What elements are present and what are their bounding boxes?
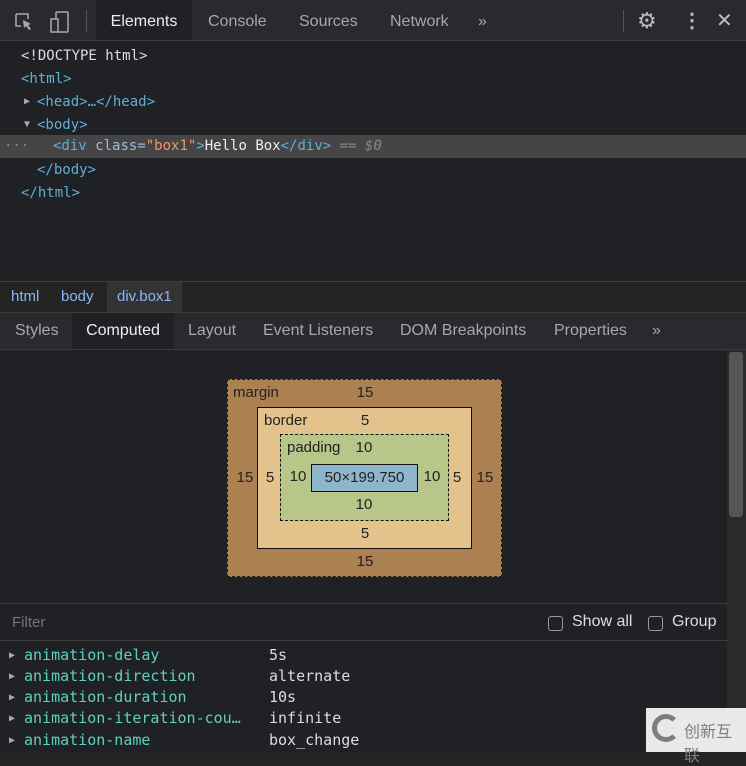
- watermark-text: 创新互联: [684, 724, 733, 765]
- dom-head[interactable]: <head>…</head>: [37, 91, 155, 113]
- tab-computed[interactable]: Computed: [72, 313, 174, 349]
- more-tabs-button[interactable]: »: [478, 0, 487, 40]
- div-attr-value: "box1": [145, 138, 197, 154]
- tab-event-listeners[interactable]: Event Listeners: [263, 313, 373, 349]
- tab-console[interactable]: Console: [208, 0, 267, 40]
- div-tag: <div: [53, 138, 96, 154]
- div-close: </div>: [280, 138, 332, 154]
- group-checkbox[interactable]: [648, 616, 663, 631]
- padding-right[interactable]: 10: [417, 468, 447, 485]
- dom-html-close[interactable]: </html>: [21, 182, 80, 204]
- tab-sources[interactable]: Sources: [299, 0, 358, 40]
- scrollbar[interactable]: [727, 350, 746, 752]
- expand-arrow-icon[interactable]: ▶: [9, 708, 15, 729]
- collapse-arrow-icon[interactable]: ▼: [24, 114, 30, 136]
- close-icon[interactable]: ✕: [716, 8, 733, 33]
- box-model-border[interactable]: border 5 5 5 5 padding 10 10 10 10 50×19…: [257, 407, 472, 549]
- expand-arrow-icon[interactable]: ▶: [9, 645, 15, 666]
- box-model-margin[interactable]: margin 15 15 15 15 border 5 5 5 5 paddin…: [227, 379, 502, 577]
- tab-styles[interactable]: Styles: [15, 313, 59, 349]
- breadcrumb-html[interactable]: html: [11, 282, 39, 312]
- dom-tree: <!DOCTYPE html> <html> ▶ <head>…</head> …: [0, 41, 746, 281]
- margin-bottom[interactable]: 15: [350, 553, 380, 570]
- padding-label: padding: [287, 439, 341, 456]
- more-panel-tabs-button[interactable]: »: [652, 313, 661, 349]
- filter-bar: Show all Group: [0, 603, 727, 641]
- expand-arrow-icon[interactable]: ▶: [9, 687, 15, 708]
- divider: [86, 10, 87, 32]
- padding-top[interactable]: 10: [349, 439, 379, 456]
- expand-arrow-icon[interactable]: ▶: [9, 730, 15, 751]
- property-name: animation-iteration-cou…: [24, 709, 241, 727]
- property-name: animation-delay: [24, 646, 160, 664]
- computed-properties-list: ▶ animation-delay 5s ▶ animation-direction a…: [0, 641, 727, 752]
- padding-bottom[interactable]: 10: [349, 496, 379, 513]
- ellipsis-icon[interactable]: ···: [4, 135, 29, 157]
- tab-properties[interactable]: Properties: [554, 313, 627, 349]
- breadcrumb: html body div.box1: [0, 281, 746, 313]
- tab-layout[interactable]: Layout: [188, 313, 236, 349]
- divider: [623, 10, 624, 32]
- border-label: border: [264, 412, 308, 429]
- padding-left[interactable]: 10: [283, 468, 313, 485]
- devtools-toolbar: Elements Console Sources Network » ⚙ ⋮ ✕: [0, 0, 746, 41]
- margin-label: margin: [233, 384, 279, 401]
- property-value: 10s: [269, 688, 297, 706]
- show-all-checkbox[interactable]: [548, 616, 563, 631]
- property-name: animation-direction: [24, 667, 196, 685]
- div-bracket: >: [196, 138, 205, 154]
- property-value: alternate: [269, 667, 351, 685]
- watermark-logo: 创新互联: [646, 708, 746, 765]
- div-attr: class=: [95, 138, 146, 154]
- margin-top[interactable]: 15: [350, 384, 380, 401]
- selected-marker: == $0: [339, 138, 382, 154]
- tab-elements[interactable]: Elements: [96, 0, 192, 40]
- expand-arrow-icon[interactable]: ▶: [24, 91, 30, 113]
- panel-tabs: Styles Computed Layout Event Listeners D…: [0, 313, 746, 350]
- expand-arrow-icon[interactable]: ▶: [9, 666, 15, 687]
- watermark-x-icon: [652, 714, 680, 742]
- dom-doctype[interactable]: <!DOCTYPE html>: [21, 45, 147, 67]
- breadcrumb-body[interactable]: body: [61, 282, 94, 312]
- margin-right[interactable]: 15: [470, 469, 500, 486]
- show-all-label[interactable]: Show all: [572, 613, 632, 631]
- box-model-content[interactable]: 50×199.750: [311, 464, 418, 492]
- property-value: infinite: [269, 709, 342, 727]
- scrollbar-thumb[interactable]: [729, 352, 743, 517]
- property-name: animation-name: [24, 731, 151, 749]
- property-value: box_change: [269, 731, 360, 749]
- device-toolbar-icon[interactable]: [50, 11, 70, 33]
- dom-body[interactable]: <body>: [37, 114, 88, 136]
- settings-gear-icon[interactable]: ⚙: [637, 8, 657, 34]
- tab-dom-breakpoints[interactable]: DOM Breakpoints: [400, 313, 526, 349]
- property-value: 5s: [269, 646, 288, 664]
- border-bottom[interactable]: 5: [350, 525, 380, 542]
- more-options-icon[interactable]: ⋮: [682, 8, 702, 33]
- div-text: Hello Box: [204, 138, 281, 154]
- property-name: animation-duration: [24, 688, 187, 706]
- group-label[interactable]: Group: [672, 613, 716, 631]
- breadcrumb-div-box1[interactable]: div.box1: [107, 282, 182, 312]
- dom-div-selected[interactable]: ··· <div class="box1">Hello Box</div> ==…: [0, 135, 746, 158]
- inspect-element-icon[interactable]: [14, 12, 34, 32]
- dom-body-close[interactable]: </body>: [37, 159, 96, 181]
- border-top[interactable]: 5: [350, 412, 380, 429]
- filter-input[interactable]: [4, 608, 504, 636]
- tab-network[interactable]: Network: [390, 0, 449, 40]
- dom-html[interactable]: <html>: [21, 68, 72, 90]
- box-model-padding[interactable]: padding 10 10 10 10 50×199.750: [280, 434, 449, 521]
